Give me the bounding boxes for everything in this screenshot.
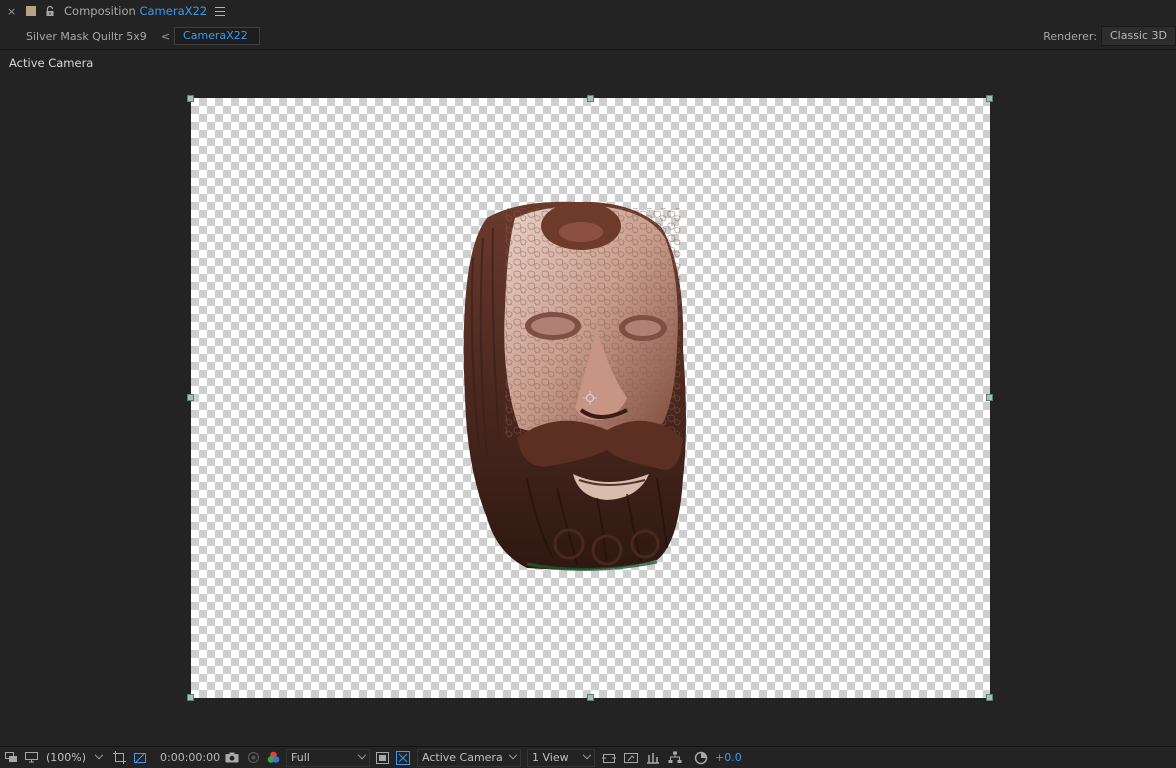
always-preview-icon[interactable] — [4, 750, 18, 766]
comp-flowchart-icon[interactable] — [667, 750, 683, 766]
timecode-display[interactable]: 0:00:00:00 — [160, 751, 220, 764]
show-snapshot-icon[interactable] — [246, 750, 260, 766]
renderer-button[interactable]: Classic 3D — [1100, 26, 1176, 46]
toggle-mask-icon[interactable] — [374, 750, 390, 766]
viewer-toolbar: (100%) 0:00:00:00 Full Active Camera 1 V… — [0, 746, 1176, 768]
chevron-down-icon — [357, 750, 367, 759]
composition-frame[interactable] — [191, 98, 990, 698]
breadcrumb-item-parent[interactable]: Silver Mask Quiltr 5x9 — [26, 30, 147, 43]
renderer-label: Renderer: — [1043, 29, 1097, 43]
composition-navigator: Silver Mask Quiltr 5x9 < CameraX22 Rende… — [0, 24, 1176, 48]
fast-preview-icon[interactable] — [623, 750, 639, 766]
chevron-down-icon — [94, 750, 104, 759]
handle-middle-right[interactable] — [986, 394, 993, 401]
handle-top-left[interactable] — [187, 95, 194, 102]
mask-head-layer[interactable] — [457, 198, 697, 576]
timeline-icon[interactable] — [645, 750, 661, 766]
magnification-value: (100%) — [46, 751, 87, 764]
handle-middle-left[interactable] — [187, 394, 194, 401]
composition-viewer[interactable]: Active Camera — [0, 50, 1176, 746]
snapshot-icon[interactable] — [224, 750, 240, 766]
exposure-value[interactable]: +0.0 — [715, 751, 742, 764]
transparency-grid-icon[interactable] — [132, 750, 148, 766]
breadcrumb-item-current[interactable]: CameraX22 — [174, 27, 261, 45]
camera-view-value: Active Camera — [422, 751, 503, 764]
handle-bottom-middle[interactable] — [587, 694, 594, 701]
panel-menu-icon[interactable] — [215, 6, 226, 16]
handle-top-middle[interactable] — [587, 95, 594, 102]
handle-bottom-left[interactable] — [187, 694, 194, 701]
handle-bottom-right[interactable] — [986, 694, 993, 701]
renderer-control: Renderer: Classic 3D — [1043, 24, 1176, 48]
panel-tab-header: × Composition CameraX22 — [0, 0, 1176, 22]
chevron-down-icon — [582, 750, 592, 759]
view-layout-value: 1 View — [532, 751, 569, 764]
view-layout-dropdown[interactable]: 1 View — [527, 748, 595, 767]
color-channel-icon[interactable] — [266, 750, 280, 766]
resolution-dropdown[interactable]: Full — [286, 748, 370, 767]
view-label: Active Camera — [9, 56, 94, 70]
reset-exposure-icon[interactable] — [693, 750, 709, 766]
composition-name: CameraX22 — [139, 4, 208, 18]
panel-title[interactable]: Composition CameraX22 — [64, 4, 207, 18]
camera-view-dropdown[interactable]: Active Camera — [417, 748, 521, 767]
panel-title-prefix: Composition — [64, 4, 136, 18]
magnification-dropdown[interactable]: (100%) — [42, 748, 106, 767]
monitor-icon[interactable] — [24, 750, 38, 766]
chevron-down-icon — [508, 750, 518, 759]
close-icon[interactable]: × — [7, 5, 17, 18]
toggle-transparency-icon[interactable] — [395, 750, 411, 766]
region-of-interest-icon[interactable] — [112, 750, 126, 766]
resolution-value: Full — [291, 751, 310, 764]
anchor-point-icon[interactable] — [583, 391, 597, 405]
label-color-swatch[interactable] — [26, 6, 36, 16]
handle-top-right[interactable] — [986, 95, 993, 102]
lock-icon[interactable] — [45, 5, 55, 17]
toggle-pixel-aspect-icon[interactable] — [601, 750, 617, 766]
breadcrumb-separator: < — [160, 29, 171, 43]
